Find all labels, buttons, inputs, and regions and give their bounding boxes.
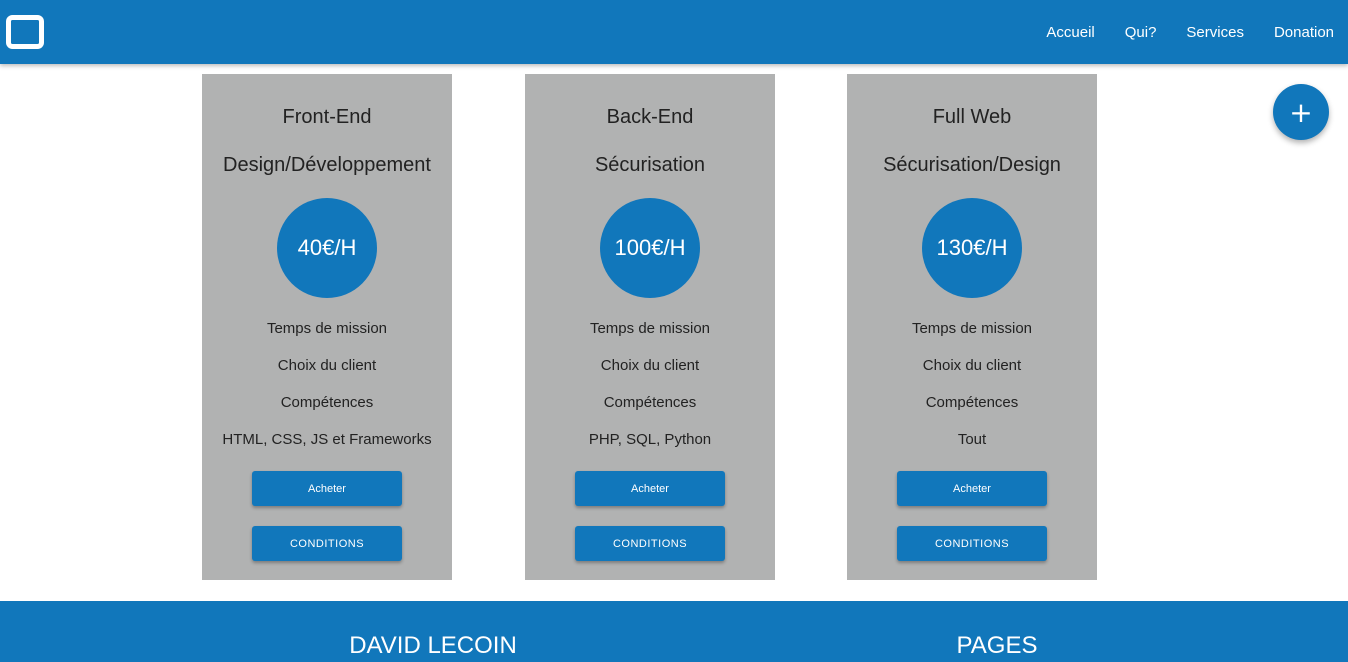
- card-subtitle: Sécurisation/Design: [883, 154, 1061, 176]
- navbar: Accueil Qui? Services Donation: [0, 0, 1348, 64]
- window-icon[interactable]: [6, 15, 44, 49]
- feature-item: Choix du client: [600, 357, 700, 374]
- feature-item: Temps de mission: [911, 320, 1033, 337]
- footer: DAVID LECOIN PAGES: [0, 601, 1348, 662]
- pricing-card-full-web: Full Web Sécurisation/Design 130€/H Temp…: [847, 74, 1097, 580]
- price-badge: 40€/H: [277, 198, 377, 298]
- feature-list: Temps de mission Choix du client Compéte…: [202, 319, 452, 467]
- feature-item: Compétences: [925, 394, 1019, 411]
- conditions-button[interactable]: CONDITIONS: [252, 526, 402, 561]
- feature-list: Temps de mission Choix du client Compéte…: [525, 319, 775, 467]
- footer-heading-author: DAVID LECOIN: [349, 632, 517, 659]
- card-title: Full Web: [932, 106, 1012, 128]
- add-button[interactable]: +: [1273, 84, 1329, 140]
- pricing-card-front-end: Front-End Design/Développement 40€/H Tem…: [202, 74, 452, 580]
- feature-list: Temps de mission Choix du client Compéte…: [847, 319, 1097, 467]
- nav-links: Accueil Qui? Services Donation: [1046, 0, 1334, 64]
- conditions-button[interactable]: CONDITIONS: [897, 526, 1047, 561]
- pricing-card-back-end: Back-End Sécurisation 100€/H Temps de mi…: [525, 74, 775, 580]
- plus-icon: +: [1289, 95, 1313, 129]
- price-badge: 100€/H: [600, 198, 700, 298]
- nav-link-donation[interactable]: Donation: [1274, 24, 1334, 41]
- feature-item: Temps de mission: [266, 320, 388, 337]
- footer-heading-pages: PAGES: [956, 632, 1038, 659]
- buy-button[interactable]: Acheter: [575, 471, 725, 506]
- feature-item: Tout: [957, 431, 987, 448]
- card-title: Back-End: [606, 106, 694, 128]
- card-subtitle: Sécurisation: [594, 154, 706, 176]
- feature-item: Compétences: [603, 394, 697, 411]
- nav-link-qui[interactable]: Qui?: [1125, 24, 1157, 41]
- price-badge: 130€/H: [922, 198, 1022, 298]
- feature-item: PHP, SQL, Python: [588, 431, 712, 448]
- feature-item: Choix du client: [277, 357, 377, 374]
- feature-item: HTML, CSS, JS et Frameworks: [222, 431, 432, 448]
- nav-link-accueil[interactable]: Accueil: [1046, 24, 1094, 41]
- buy-button[interactable]: Acheter: [252, 471, 402, 506]
- card-subtitle: Design/Développement: [223, 154, 431, 176]
- feature-item: Temps de mission: [589, 320, 711, 337]
- buy-button[interactable]: Acheter: [897, 471, 1047, 506]
- feature-item: Compétences: [280, 394, 374, 411]
- conditions-button[interactable]: CONDITIONS: [575, 526, 725, 561]
- card-title: Front-End: [282, 106, 372, 128]
- feature-item: Choix du client: [922, 357, 1022, 374]
- nav-link-services[interactable]: Services: [1186, 24, 1244, 41]
